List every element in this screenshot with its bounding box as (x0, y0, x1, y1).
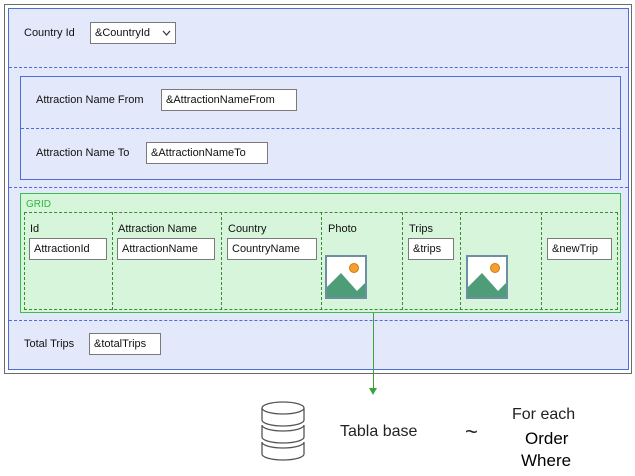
grid-column-separator (321, 212, 322, 310)
attraction-to-label: Attraction Name To (36, 147, 130, 159)
grid-header-attraction-name: Attraction Name (118, 223, 197, 235)
image-icon[interactable] (325, 255, 367, 299)
base-table-label: Tabla base (340, 423, 418, 440)
image-icon[interactable] (466, 255, 508, 299)
grid-cell-attraction-name[interactable]: AttractionName (117, 238, 215, 260)
grid-column-separator (112, 212, 113, 310)
grid-column-separator (221, 212, 222, 310)
grid-header-id: Id (30, 223, 40, 235)
country-select[interactable]: &CountryId (90, 22, 176, 44)
row-separator (9, 67, 628, 68)
attraction-from-label: Attraction Name From (36, 94, 144, 106)
country-select-value: &CountryId (95, 27, 151, 39)
attraction-from-field[interactable]: &AttractionNameFrom (161, 89, 297, 111)
grid-header-country: Country (228, 223, 267, 235)
row-separator (9, 320, 628, 321)
grid-cell-country-name[interactable]: CountryName (227, 238, 317, 260)
arrow-line (373, 313, 374, 388)
database-icon (258, 398, 308, 467)
attraction-to-field[interactable]: &AttractionNameTo (146, 142, 268, 164)
grid-cell-trips[interactable]: &trips (408, 238, 454, 260)
where-label: Where (521, 451, 572, 470)
country-label: Country Id (24, 27, 75, 39)
grid-header-photo: Photo (328, 223, 357, 235)
grid-column-separator (402, 212, 403, 310)
tilde-symbol: ~ (465, 419, 478, 444)
grid-cell-attraction-id[interactable]: AttractionId (29, 238, 107, 260)
row-separator (9, 187, 628, 188)
grid-column-separator (460, 212, 461, 310)
grid-column-separator (541, 212, 542, 310)
arrow-head (369, 388, 377, 395)
total-trips-field[interactable]: &totalTrips (89, 333, 161, 355)
total-trips-label: Total Trips (24, 338, 75, 350)
for-each-label: For each (512, 406, 576, 423)
order-label: Order (525, 429, 569, 448)
form-canvas (8, 8, 629, 370)
row-separator (21, 128, 620, 129)
grid-header-trips: Trips (409, 223, 434, 235)
grid-cell-new-trip[interactable]: &newTrip (547, 238, 612, 260)
chevron-down-icon (162, 23, 171, 43)
grid-title: GRID (26, 199, 51, 210)
